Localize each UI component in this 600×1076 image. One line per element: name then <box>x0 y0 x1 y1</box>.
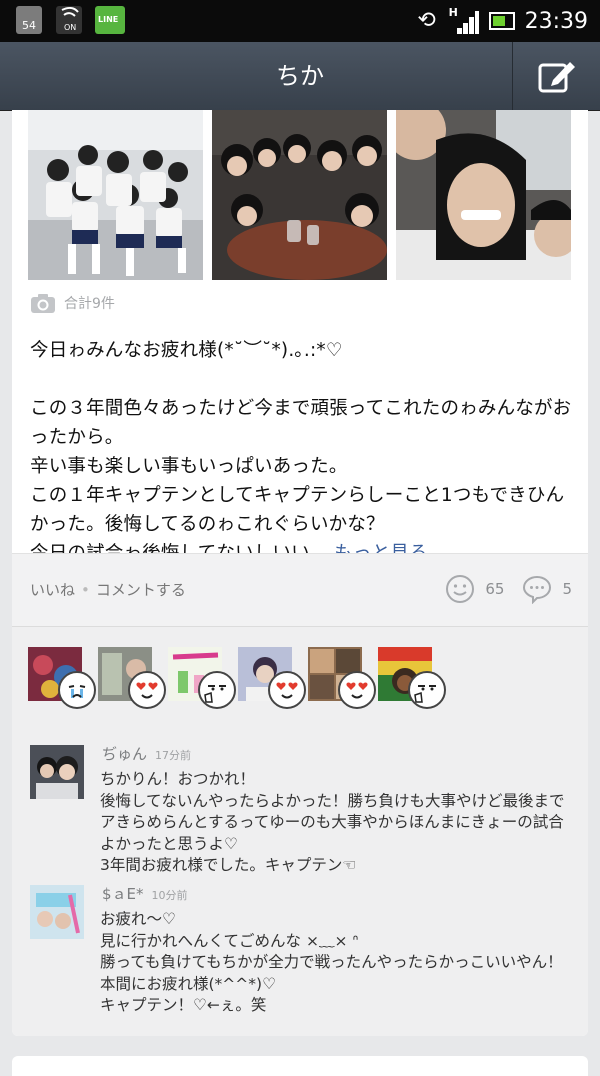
photo-count: 合計9件 <box>30 290 115 316</box>
photo-strip <box>28 110 572 280</box>
compose-button[interactable] <box>513 42 600 110</box>
post-paragraph: 今日ゎみんなお疲れ様(*˘︶˘*).｡.:*♡ <box>30 340 343 361</box>
comment-text: お疲れ〜♡ 見に行かれへんくてごめんな ×﹏× ᐢ 勝っても負けてもちかが全力で… <box>100 910 563 1014</box>
reaction-avatar[interactable] <box>168 647 236 709</box>
app-header: ちか <box>0 42 600 111</box>
reaction-avatar[interactable] <box>28 647 96 709</box>
reaction-avatar[interactable] <box>98 647 166 709</box>
photo-thumbnail[interactable] <box>212 110 387 280</box>
comment-link[interactable]: コメントする <box>96 581 186 599</box>
screen-rotation-icon: ⟲ <box>417 8 436 33</box>
clock: 23:39 <box>524 8 588 34</box>
photo-count-label: 合計9件 <box>64 296 115 312</box>
comment-time: 10分前 <box>151 889 188 902</box>
thumbs-up-face-icon <box>408 671 446 709</box>
line-app-icon: LINE <box>95 6 125 34</box>
post-actions: いいね • コメントする 65 5 <box>12 553 588 626</box>
camera-icon <box>31 294 55 313</box>
heart-eyes-icon <box>268 671 306 709</box>
reaction-avatar[interactable] <box>308 647 376 709</box>
reactions-and-comments: ぢゅん 17分前 ちかりん！おつかれ！ 後悔してないんやったらよかった！勝ち負けも… <box>12 626 588 1036</box>
reaction-avatar[interactable] <box>378 647 446 709</box>
comment-time: 17分前 <box>155 749 192 762</box>
thumbs-up-face-icon <box>198 671 236 709</box>
status-bar: 54 ON LINE ⟲ H 23:39 <box>0 0 600 42</box>
crying-face-icon <box>58 671 96 709</box>
comment-author[interactable]: $ａE* <box>102 885 144 903</box>
like-count-button[interactable]: 65 <box>445 574 504 604</box>
photo-thumbnail[interactable] <box>28 110 203 280</box>
signal-icon: H <box>449 6 479 34</box>
next-post-card <box>12 1056 588 1076</box>
post-card: 合計9件 今日ゎみんなお疲れ様(*˘︶˘*).｡.:*♡ この３年間色々あったけ… <box>12 110 588 1036</box>
comment-author[interactable]: ぢゅん <box>102 745 147 763</box>
heart-eyes-icon <box>338 671 376 709</box>
comment-count-button[interactable]: 5 <box>522 574 572 604</box>
smiley-icon <box>446 575 475 603</box>
like-link[interactable]: いいね <box>30 581 75 599</box>
heart-eyes-icon <box>128 671 166 709</box>
compose-icon <box>538 62 575 93</box>
like-count: 65 <box>485 580 505 598</box>
post-paragraph: この３年間色々あったけど今まで頑張ってこれたのゎみんながおったから。 辛い事も楽… <box>30 398 572 535</box>
speech-bubble-icon <box>523 575 552 604</box>
calendar-icon: 54 <box>16 6 42 34</box>
sound-on-icon: ON <box>56 6 82 34</box>
avatar[interactable] <box>30 885 84 939</box>
avatar[interactable] <box>30 745 84 799</box>
page-title: ちか <box>276 62 324 90</box>
post-text: 今日ゎみんなお疲れ様(*˘︶˘*).｡.:*♡ この３年間色々あったけど今まで頑… <box>30 336 575 568</box>
battery-icon <box>488 12 515 30</box>
photo-thumbnail[interactable] <box>396 110 571 280</box>
reaction-avatar[interactable] <box>238 647 306 709</box>
comment-text: ちかりん！おつかれ！ 後悔してないんやったらよかった！勝ち負けも大事やけど最後ま… <box>100 770 565 874</box>
comment-count: 5 <box>562 580 572 598</box>
